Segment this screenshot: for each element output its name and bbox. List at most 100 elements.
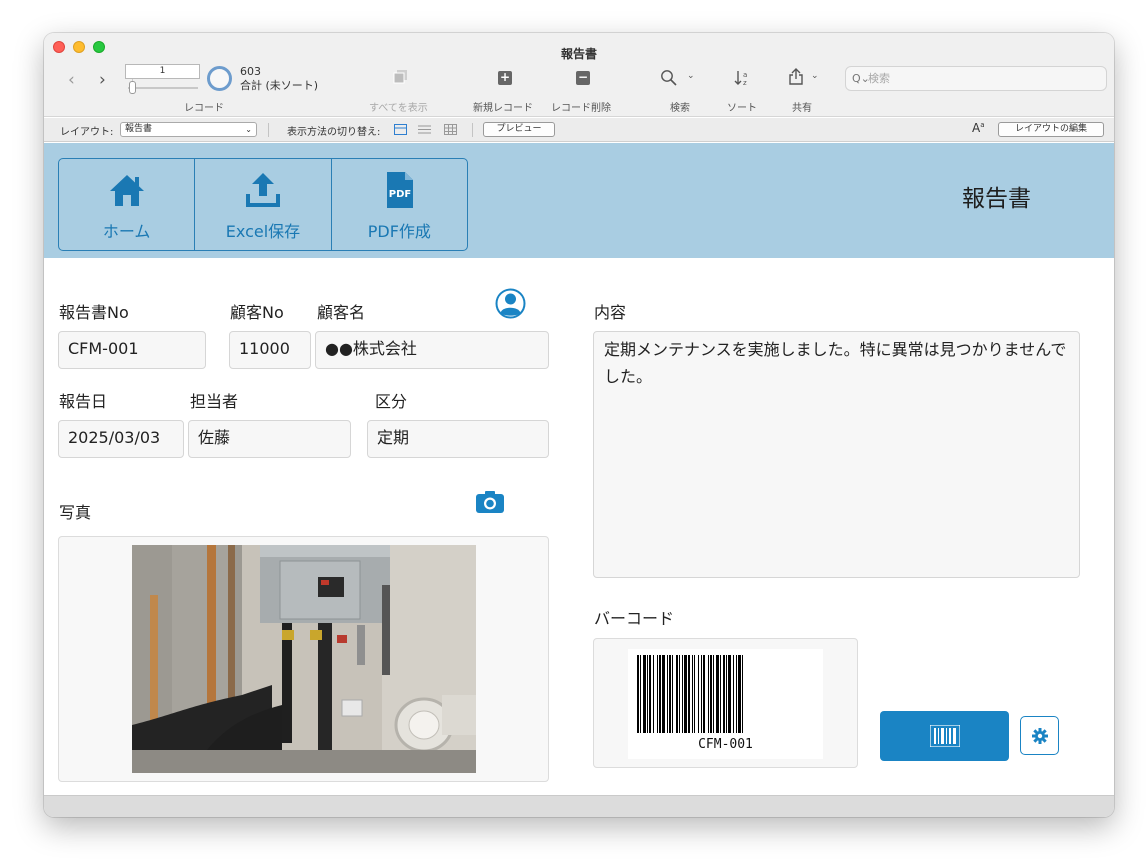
barcode-bar bbox=[726, 655, 727, 733]
staff-label: 担当者 bbox=[190, 392, 239, 411]
category-field[interactable]: 定期 bbox=[367, 420, 549, 458]
content-header: ホーム Excel保存 PDF PDF作成 bbox=[44, 143, 1114, 258]
show-all-icon[interactable] bbox=[393, 69, 409, 89]
page-title: 報告書 bbox=[962, 186, 1031, 212]
customer-no-field[interactable]: 11000 bbox=[229, 331, 311, 369]
record-slider-handle[interactable] bbox=[129, 81, 136, 94]
next-record-icon[interactable]: › bbox=[99, 70, 106, 90]
excel-save-button[interactable]: Excel保存 bbox=[195, 159, 332, 250]
prev-record-icon[interactable]: ‹ bbox=[68, 70, 75, 90]
barcode-text: CFM-001 bbox=[698, 737, 753, 752]
text-size-icon[interactable]: Aa bbox=[972, 121, 985, 135]
delete-record-icon[interactable]: − bbox=[576, 71, 590, 85]
svg-text:PDF: PDF bbox=[389, 189, 411, 200]
staff-field[interactable]: 佐藤 bbox=[188, 420, 351, 458]
barcode-bar bbox=[733, 655, 734, 733]
camera-icon[interactable] bbox=[475, 490, 505, 518]
report-date-field[interactable]: 2025/03/03 bbox=[58, 420, 184, 458]
nav-button-group: ホーム Excel保存 PDF PDF作成 bbox=[58, 158, 468, 251]
barcode-bar bbox=[682, 655, 683, 733]
barcode-bar bbox=[736, 655, 737, 733]
report-no-label: 報告書No bbox=[59, 303, 129, 322]
edit-layout-button[interactable]: レイアウトの編集 bbox=[998, 122, 1104, 137]
barcode-bar bbox=[716, 655, 719, 733]
photo-label: 写真 bbox=[59, 503, 92, 522]
barcode-icon bbox=[929, 725, 960, 747]
find-button[interactable]: 検索 bbox=[670, 99, 690, 114]
generate-barcode-button[interactable] bbox=[880, 711, 1009, 761]
barcode-bar bbox=[679, 655, 680, 733]
customer-name-field[interactable]: ●●株式会社 bbox=[315, 331, 549, 369]
content-textarea[interactable]: 定期メンテナンスを実施しました。特に異常は見つかりませんでした。 bbox=[593, 331, 1080, 578]
barcode-bars bbox=[637, 655, 743, 733]
barcode-bar bbox=[688, 655, 690, 733]
magnifier-icon[interactable] bbox=[660, 69, 678, 91]
quick-find-input[interactable]: Q⌄ 検索 bbox=[845, 66, 1107, 91]
share-chevron-down-icon[interactable]: ⌄ bbox=[811, 71, 819, 81]
barcode-bar bbox=[738, 655, 741, 733]
barcode-label: バーコード bbox=[594, 609, 675, 628]
content-label: 内容 bbox=[594, 303, 627, 322]
view-divider bbox=[472, 123, 473, 137]
barcode-bar bbox=[728, 655, 731, 733]
layout-bar: レイアウト: 報告書 ⌄ 表示方法の切り替え: プレビュー Aa レイアウトの編… bbox=[44, 118, 1114, 142]
share-icon[interactable] bbox=[788, 68, 804, 90]
new-record-icon[interactable]: + bbox=[498, 71, 512, 85]
barcode-bar bbox=[701, 655, 702, 733]
table-view-icon[interactable] bbox=[444, 124, 457, 138]
home-icon bbox=[109, 175, 144, 206]
barcode-bar bbox=[742, 655, 743, 733]
pdf-create-button[interactable]: PDF PDF作成 bbox=[332, 159, 467, 250]
layout-label: レイアウト: bbox=[60, 127, 114, 138]
find-chevron-down-icon[interactable]: ⌄ bbox=[687, 71, 695, 81]
barcode-bar bbox=[640, 655, 641, 733]
photo-container[interactable] bbox=[58, 536, 549, 782]
chevron-down-icon: ⌄ bbox=[245, 125, 252, 134]
home-button[interactable]: ホーム bbox=[59, 159, 196, 250]
svg-text:a: a bbox=[743, 71, 747, 79]
window-title: 報告書 bbox=[560, 47, 597, 61]
form-view-icon[interactable] bbox=[394, 124, 407, 138]
home-button-label: ホーム bbox=[102, 222, 151, 241]
status-bar bbox=[44, 795, 1114, 817]
svg-text:z: z bbox=[743, 79, 747, 87]
toolbar: 報告書 ‹ › 1 603 合計 (未ソート) レコード すべてを表示 + 新規… bbox=[44, 33, 1114, 117]
show-all-button[interactable]: すべてを表示 bbox=[369, 99, 428, 114]
pdf-create-button-label: PDF作成 bbox=[367, 222, 431, 241]
record-label: レコード bbox=[184, 103, 224, 114]
barcode-bar bbox=[672, 655, 673, 733]
record-slider[interactable] bbox=[128, 87, 198, 89]
record-status: 合計 (未ソート) bbox=[240, 79, 319, 92]
new-record-button[interactable]: 新規レコード bbox=[473, 99, 533, 114]
barcode-container: CFM-001 bbox=[593, 638, 858, 768]
preview-button[interactable]: プレビュー bbox=[483, 122, 555, 137]
sort-button[interactable]: ソート bbox=[727, 99, 757, 114]
barcode-bar bbox=[649, 655, 651, 733]
list-view-icon[interactable] bbox=[418, 124, 431, 138]
search-icon: Q⌄ bbox=[852, 72, 870, 85]
layout-divider bbox=[268, 123, 269, 137]
report-date-label: 報告日 bbox=[59, 392, 108, 411]
barcode-bar bbox=[647, 655, 648, 733]
excel-save-button-label: Excel保存 bbox=[225, 222, 301, 241]
barcode-bar bbox=[653, 655, 654, 733]
barcode-bar bbox=[684, 655, 687, 733]
sort-az-icon[interactable]: az bbox=[734, 69, 750, 91]
customer-lookup-icon[interactable] bbox=[495, 288, 526, 323]
report-no-field[interactable]: CFM-001 bbox=[58, 331, 206, 369]
record-number-input[interactable]: 1 bbox=[125, 64, 200, 79]
record-pie-icon bbox=[207, 66, 232, 91]
barcode-settings-button[interactable] bbox=[1020, 716, 1059, 755]
layout-select[interactable]: 報告書 ⌄ bbox=[120, 122, 257, 137]
barcode-bar bbox=[662, 655, 665, 733]
barcode-bar bbox=[659, 655, 661, 733]
record-total: 603 bbox=[240, 65, 261, 78]
share-button[interactable]: 共有 bbox=[792, 99, 812, 114]
barcode-bar bbox=[723, 655, 725, 733]
delete-record-button[interactable]: レコード削除 bbox=[551, 99, 611, 114]
app-window: 報告書 ‹ › 1 603 合計 (未ソート) レコード すべてを表示 + 新規… bbox=[44, 33, 1114, 817]
layout-select-value: 報告書 bbox=[125, 124, 153, 134]
barcode-bar bbox=[694, 655, 695, 733]
upload-icon bbox=[245, 173, 280, 207]
barcode-bar bbox=[698, 655, 699, 733]
